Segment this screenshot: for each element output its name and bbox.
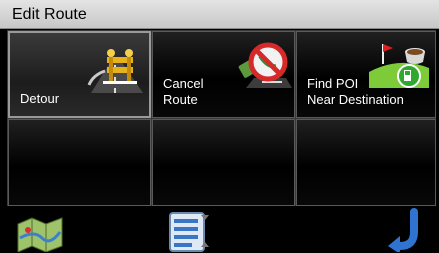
empty-tile [8, 119, 151, 206]
tile-label: Detour [20, 91, 60, 106]
find-poi-near-destination-button[interactable]: Find POI Near Destination [296, 31, 436, 118]
detour-button[interactable]: Detour [8, 31, 151, 118]
empty-tile [296, 119, 436, 206]
tile-label: Cancel Route [163, 76, 204, 107]
page-title: Edit Route [12, 6, 87, 23]
cancel-route-icon [232, 38, 292, 101]
cancel-route-button[interactable]: Cancel Route [152, 31, 295, 118]
back-arrow-icon [388, 208, 418, 252]
tile-label: Find POI Near Destination [307, 76, 404, 107]
menu-grid: Detour Cancel Route Find POI Near Destin… [7, 30, 436, 206]
title-bar: Edit Route [0, 0, 439, 29]
bottom-toolbar [0, 206, 439, 252]
route-list-icon [169, 212, 209, 252]
map-button[interactable] [10, 206, 70, 252]
map-icon [17, 217, 63, 252]
empty-tile [152, 119, 295, 206]
back-button[interactable] [378, 206, 438, 252]
route-list-button[interactable] [160, 206, 220, 252]
detour-icon [85, 41, 145, 102]
